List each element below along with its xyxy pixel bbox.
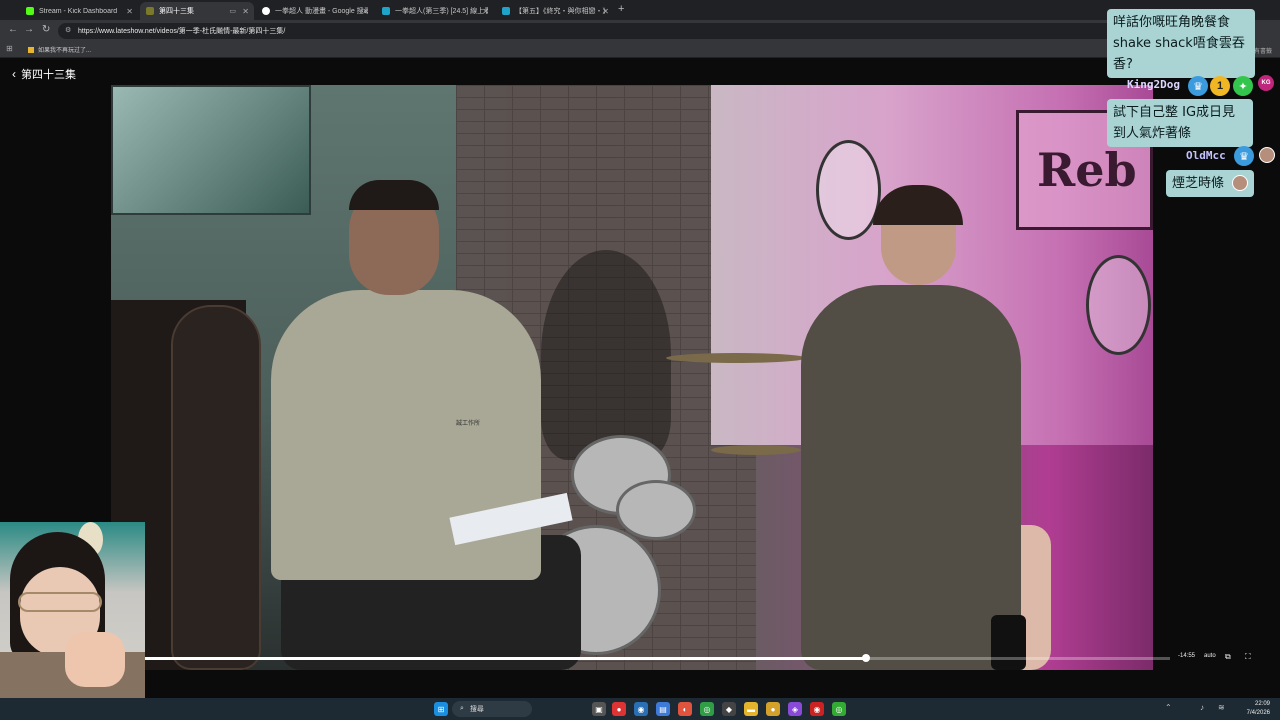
quality-selector[interactable]: auto <box>1204 653 1216 659</box>
scene-guitar-case <box>171 305 261 670</box>
app-icon[interactable]: ◆ <box>722 702 736 716</box>
scene-man-body <box>271 290 541 580</box>
chrome-icon[interactable]: ◎ <box>700 702 714 716</box>
scene-poster <box>111 85 311 215</box>
scene-shirt-text: 誠工作所 <box>456 421 481 427</box>
tab-close-icon[interactable]: ✕ <box>602 7 609 16</box>
star-badge-icon: ✦ <box>1233 76 1253 96</box>
chat-message-text: 煙芝時條 <box>1172 176 1225 191</box>
tab-label: 一拳超人(第三季) [24.5] 線上看 <box>395 8 488 15</box>
browser-tab-bar: Stream - Kick Dashboard ✕ 第四十三集 ▭ ✕ 一拳超人… <box>0 0 1280 20</box>
tab-close-icon[interactable]: ✕ <box>126 7 133 16</box>
tray-icon[interactable]: ♪ <box>1200 703 1204 712</box>
app-icon[interactable]: ◈ <box>788 702 802 716</box>
cam-hand <box>65 632 125 687</box>
site-favicon-icon <box>146 7 154 15</box>
new-tab-button[interactable]: + <box>618 3 624 15</box>
user-avatar: KG <box>1258 75 1274 91</box>
tab-close-icon[interactable]: ✕ <box>482 7 489 16</box>
reload-icon[interactable]: ↻ <box>42 24 50 35</box>
tab-label: 一拳超人 動漫畫 - Google 搜尋 <box>275 8 368 15</box>
pip-icon[interactable]: ⧉ <box>1225 652 1231 662</box>
firefox-icon[interactable]: ◐ <box>678 702 692 716</box>
tab-google-search[interactable]: 一拳超人 動漫畫 - Google 搜尋 ✕ <box>256 2 374 20</box>
bookmark-item[interactable]: 如果我不再玩过了... <box>28 45 91 54</box>
back-button[interactable]: ‹ 第四十三集 <box>12 66 76 82</box>
scene-drum <box>616 480 696 540</box>
site-favicon-icon <box>502 7 510 15</box>
folder-icon <box>28 46 34 53</box>
address-bar[interactable]: ⚙ https://www.lateshow.net/videos/第一季-杜氏… <box>58 23 1208 39</box>
steam-icon[interactable]: ◉ <box>634 702 648 716</box>
clock-time: 22:09 <box>1254 701 1270 707</box>
wifi-icon[interactable]: ≋ <box>1218 703 1225 712</box>
pip-icon[interactable]: ▭ <box>229 7 236 15</box>
scene-portrait-frame <box>816 140 881 240</box>
crown-badge-icon: ♛ <box>1188 76 1208 96</box>
emote-icon <box>1232 175 1248 191</box>
video-player[interactable]: Reb 誠工作所 <box>111 85 1153 670</box>
time-remaining: -14:55 <box>1178 653 1196 659</box>
tab-close-icon[interactable]: ✕ <box>362 7 369 16</box>
episode-title: 第四十三集 <box>21 69 76 81</box>
streamer-webcam <box>0 522 145 698</box>
chat-message: 咩話你嘅旺角晚餐食shake shack唔食雲吞香? <box>1107 9 1255 78</box>
scene-shadow <box>541 250 671 460</box>
tab-drama[interactable]: 【第五】《終究・與你相戀・》 ✕ <box>496 2 614 20</box>
tray-icon[interactable]: ⌃ <box>1165 703 1172 712</box>
tab-label: Stream - Kick Dashboard <box>39 7 118 15</box>
chat-username[interactable]: King2Dog <box>1127 78 1180 91</box>
scene-man-hair <box>349 180 439 210</box>
taskbar-search[interactable]: ⌕ 搜尋 <box>452 701 532 717</box>
apps-grid-icon[interactable]: ⊞ <box>6 44 13 53</box>
app-icon[interactable]: ● <box>612 702 626 716</box>
app-icon[interactable]: ◎ <box>832 702 846 716</box>
progress-fill <box>145 657 866 660</box>
rank-badge-icon: 1 <box>1210 76 1230 96</box>
scene-cymbal <box>711 445 801 455</box>
app-icon[interactable]: ◉ <box>810 702 824 716</box>
progress-handle[interactable] <box>861 654 870 662</box>
chat-message: 煙芝時條 <box>1166 170 1254 197</box>
app-icon[interactable]: ● <box>766 702 780 716</box>
windows-start-icon[interactable]: ⊞ <box>434 702 448 716</box>
cam-glasses <box>18 592 102 612</box>
user-avatar <box>1259 147 1275 163</box>
video-progress-bar[interactable] <box>145 654 1170 662</box>
clock-date: 7/4/2026 <box>1246 710 1270 716</box>
site-favicon-icon <box>382 7 390 15</box>
forward-arrow-icon[interactable]: → <box>24 24 34 35</box>
windows-taskbar: ⊞ ⌕ 搜尋 ▣ ● ◉ ▤ ◐ ◎ ◆ ▬ ● ◈ ◉ ◎ ⌃ ♪ ≋ 22:… <box>0 698 1280 720</box>
crown-badge-icon: ♛ <box>1234 146 1254 166</box>
folder-icon[interactable]: ▬ <box>744 702 758 716</box>
back-arrow-icon[interactable]: ← <box>8 24 18 35</box>
scene-portrait-frame <box>1086 255 1151 355</box>
tab-episode-43[interactable]: 第四十三集 ▭ ✕ <box>140 2 254 20</box>
tab-label: 【第五】《終究・與你相戀・》 <box>515 8 608 15</box>
tab-close-icon[interactable]: ✕ <box>242 7 249 16</box>
fullscreen-icon[interactable]: ⛶ <box>1245 652 1251 662</box>
scene-cymbal <box>666 353 806 363</box>
scene-woman-body <box>801 285 1021 670</box>
kick-favicon-icon <box>26 7 34 15</box>
browser-toolbar: ← → ↻ ⚙ https://www.lateshow.net/videos/… <box>0 20 1280 42</box>
bookmark-label: 如果我不再玩过了... <box>38 48 92 54</box>
tab-anime-watch[interactable]: 一拳超人(第三季) [24.5] 線上看 ✕ <box>376 2 494 20</box>
tab-kick-dashboard[interactable]: Stream - Kick Dashboard ✕ <box>20 2 138 20</box>
search-label: 搜尋 <box>469 706 484 713</box>
bookmarks-bar: ⊞ 如果我不再玩过了... 所有書籤 <box>0 42 1280 58</box>
google-favicon-icon <box>262 7 270 15</box>
url-text: https://www.lateshow.net/videos/第一季-杜氏飈情… <box>78 28 286 35</box>
tab-label: 第四十三集 <box>159 8 194 15</box>
taskbar-clock[interactable]: 22:09 7/4/2026 <box>1247 700 1270 718</box>
app-icon[interactable]: ▤ <box>656 702 670 716</box>
video-page: ‹ 第四十三集 Reb 誠工作所 -14:55 auto ⧉ ⛶ <box>0 58 1280 698</box>
task-view-icon[interactable]: ▣ <box>592 702 606 716</box>
site-info-icon[interactable]: ⚙ <box>65 26 71 34</box>
chevron-left-icon: ‹ <box>12 67 16 81</box>
chat-username[interactable]: OldMcc <box>1186 149 1226 162</box>
scene-boot <box>991 615 1026 670</box>
chat-message: 試下自己整 IG成日見到人氣炸著條 <box>1107 99 1253 147</box>
search-icon: ⌕ <box>460 705 464 712</box>
